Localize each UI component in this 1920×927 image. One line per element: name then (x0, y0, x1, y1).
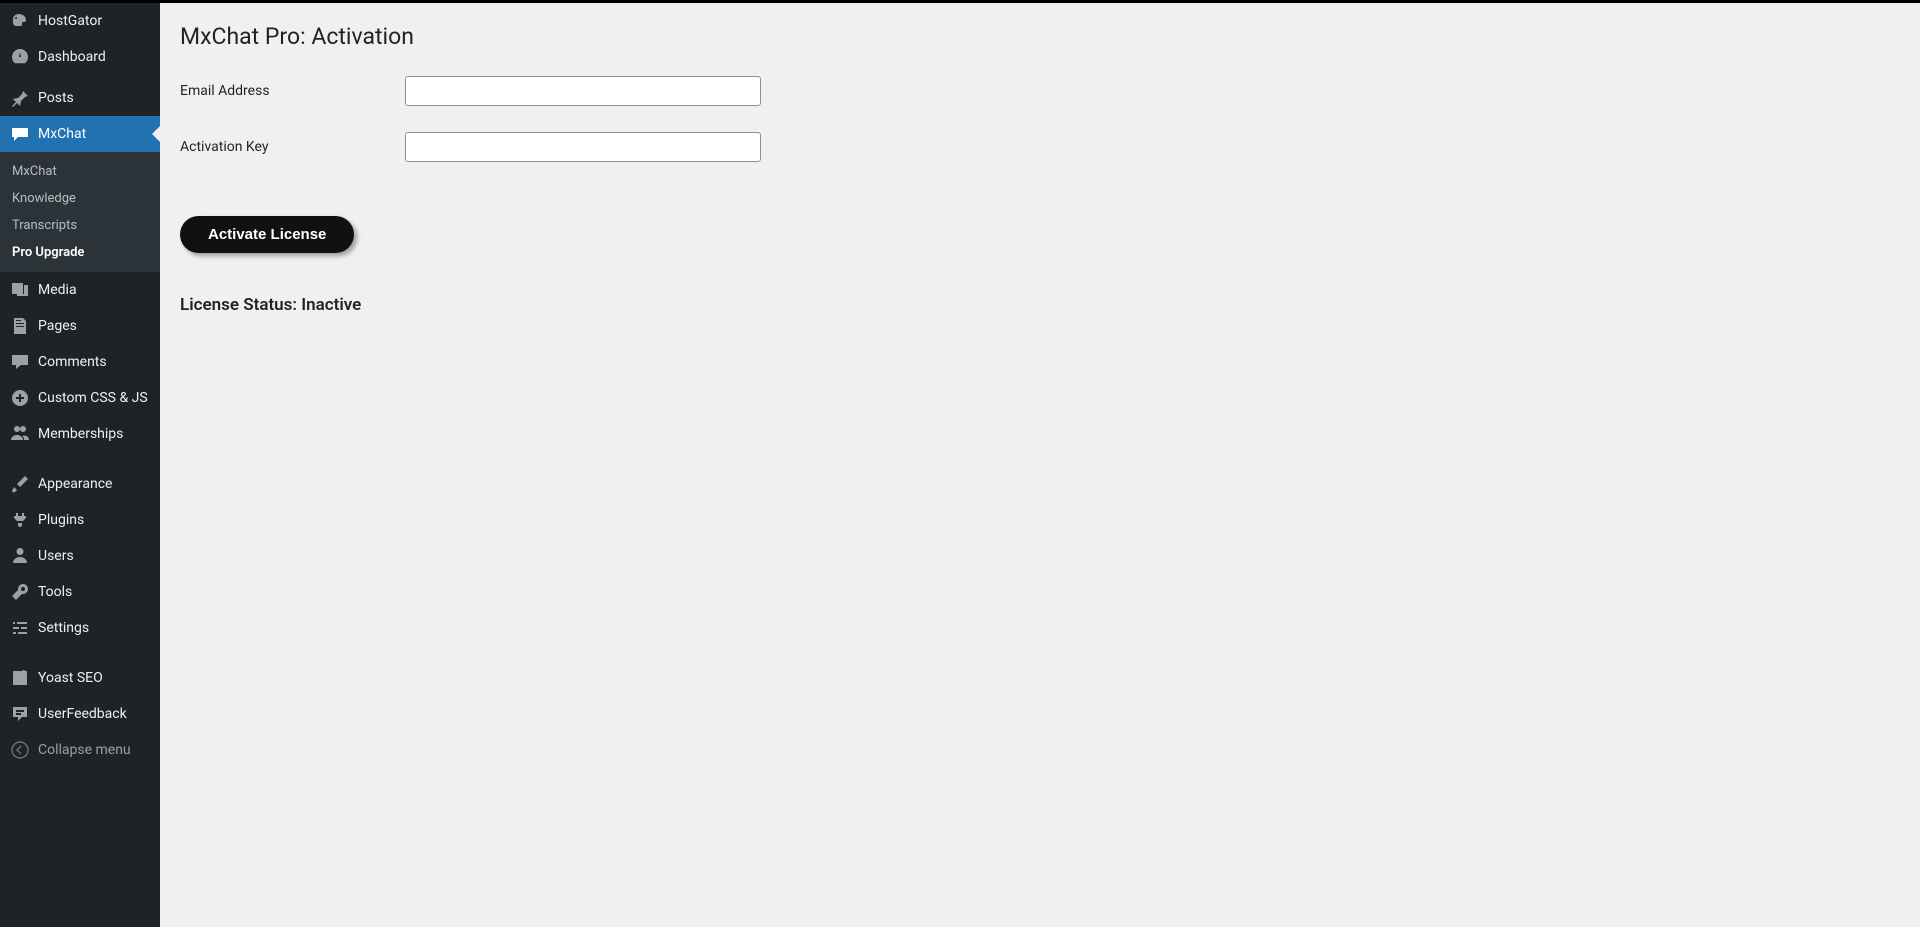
sidebar-item-pages[interactable]: Pages (0, 308, 160, 344)
comment-icon (10, 352, 30, 372)
sidebar-item-label: Settings (38, 620, 89, 636)
sidebar-item-hostgator[interactable]: HostGator (0, 3, 160, 39)
feedback-icon (10, 704, 30, 724)
sidebar-item-users[interactable]: Users (0, 538, 160, 574)
sidebar-item-label: Custom CSS & JS (38, 390, 148, 406)
sidebar-item-label: Collapse menu (38, 742, 131, 758)
license-status-value: Inactive (301, 295, 361, 315)
sidebar-item-settings[interactable]: Settings (0, 610, 160, 646)
email-row: Email Address (180, 76, 1898, 106)
top-accent-bar (0, 0, 1920, 3)
sidebar-item-label: MxChat (38, 126, 86, 142)
key-label: Activation Key (180, 139, 405, 155)
main-content: MxChat Pro: Activation Email Address Act… (160, 3, 1920, 927)
sidebar-item-label: HostGator (38, 13, 102, 29)
sidebar-item-label: Posts (38, 90, 74, 106)
wrench-icon (10, 582, 30, 602)
brush-icon (10, 474, 30, 494)
media-icon (10, 280, 30, 300)
pages-icon (10, 316, 30, 336)
sidebar-item-label: Appearance (38, 476, 112, 492)
submenu-item-mxchat[interactable]: MxChat (0, 158, 160, 185)
sidebar-item-label: Yoast SEO (38, 670, 103, 686)
sidebar-item-custom-css-js[interactable]: Custom CSS & JS (0, 380, 160, 416)
activation-key-input[interactable] (405, 132, 761, 162)
plug-icon (10, 510, 30, 530)
sidebar-item-mxchat[interactable]: MxChat (0, 116, 160, 152)
sidebar-item-comments[interactable]: Comments (0, 344, 160, 380)
submenu-item-knowledge[interactable]: Knowledge (0, 185, 160, 212)
sidebar-item-label: Dashboard (38, 49, 106, 65)
sidebar-item-memberships[interactable]: Memberships (0, 416, 160, 452)
people-icon (10, 424, 30, 444)
dashboard-icon (10, 47, 30, 67)
yoast-icon (10, 668, 30, 688)
sidebar-item-posts[interactable]: Posts (0, 80, 160, 116)
sidebar-item-label: Plugins (38, 512, 84, 528)
submenu-item-pro-upgrade[interactable]: Pro Upgrade (0, 239, 160, 266)
sidebar-item-label: Users (38, 548, 74, 564)
license-status-label: License Status: (180, 295, 297, 315)
sidebar-item-label: Pages (38, 318, 77, 334)
collapse-icon (10, 740, 30, 760)
email-input[interactable] (405, 76, 761, 106)
sidebar-item-collapse-menu[interactable]: Collapse menu (0, 732, 160, 768)
sidebar-item-tools[interactable]: Tools (0, 574, 160, 610)
plus-circle-icon (10, 388, 30, 408)
page-title: MxChat Pro: Activation (180, 13, 1898, 56)
hostgator-icon (10, 11, 30, 31)
pin-icon (10, 88, 30, 108)
sidebar-item-appearance[interactable]: Appearance (0, 466, 160, 502)
submenu-item-transcripts[interactable]: Transcripts (0, 212, 160, 239)
sidebar-item-media[interactable]: Media (0, 272, 160, 308)
admin-sidebar: HostGator Dashboard Posts MxChat MxChat … (0, 0, 160, 927)
key-row: Activation Key (180, 132, 1898, 162)
sidebar-item-dashboard[interactable]: Dashboard (0, 39, 160, 75)
chat-icon (10, 124, 30, 144)
sidebar-item-label: Media (38, 282, 77, 298)
email-label: Email Address (180, 83, 405, 99)
sidebar-item-label: Comments (38, 354, 107, 370)
settings-icon (10, 618, 30, 638)
sidebar-item-yoast-seo[interactable]: Yoast SEO (0, 660, 160, 696)
user-icon (10, 546, 30, 566)
sidebar-item-label: UserFeedback (38, 706, 127, 722)
sidebar-item-userfeedback[interactable]: UserFeedback (0, 696, 160, 732)
sidebar-item-label: Memberships (38, 426, 123, 442)
mxchat-submenu: MxChat Knowledge Transcripts Pro Upgrade (0, 152, 160, 272)
license-status: License Status: Inactive (180, 295, 1898, 315)
sidebar-item-label: Tools (38, 584, 72, 600)
sidebar-item-plugins[interactable]: Plugins (0, 502, 160, 538)
activate-license-button[interactable]: Activate License (180, 216, 354, 253)
activation-form: Email Address Activation Key (180, 76, 1898, 162)
